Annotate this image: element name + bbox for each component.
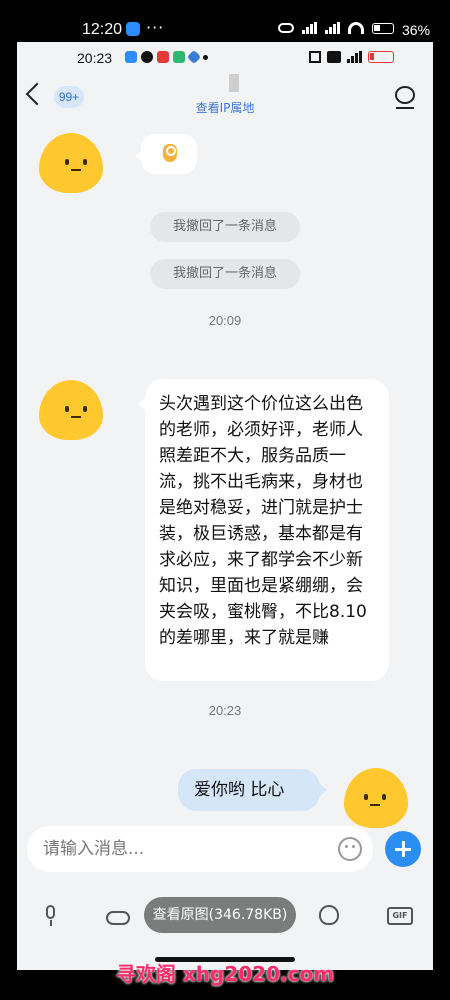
inner-status-icons xyxy=(309,51,394,63)
signal-icon xyxy=(302,22,317,34)
message-input[interactable] xyxy=(43,826,323,872)
mic-icon[interactable] xyxy=(39,905,63,927)
app-icon xyxy=(125,51,137,63)
message-timestamp: 20:09 xyxy=(208,313,242,328)
chat-header: 99+ 查看IP属地 xyxy=(17,72,433,122)
more-notifications-icon: ··· xyxy=(146,18,165,37)
view-original-image-button[interactable]: 查看原图(346.78KB) xyxy=(144,897,296,933)
outer-status-icons xyxy=(278,22,394,34)
message-timestamp: 20:23 xyxy=(208,703,242,718)
app-icon xyxy=(186,49,202,65)
inner-status-time: 20:23 xyxy=(77,50,113,66)
chat-screenshot: 20:23 99+ 查看IP属地 我撤回了一条消息 我撤回了一条消息 20:09… xyxy=(17,42,433,970)
emoji-icon[interactable] xyxy=(338,837,362,861)
signal-icon xyxy=(347,51,362,63)
inner-status-bar: 20:23 xyxy=(17,42,433,72)
contact-avatar[interactable] xyxy=(39,380,103,440)
message-bubble-incoming[interactable]: 头次遇到这个价位这么出色的老师，必须好评，老师人照差距不大，服务品质一流，挑不出… xyxy=(138,379,389,681)
contact-avatar[interactable] xyxy=(39,133,103,193)
cloud-icon[interactable] xyxy=(106,905,130,927)
wifi-icon xyxy=(348,22,364,34)
outer-status-bar: 12:20 ··· 36% xyxy=(0,0,450,42)
message-bubble-ok-emoji[interactable] xyxy=(135,134,197,174)
hd-icon xyxy=(327,51,341,63)
recalled-notice: 我撤回了一条消息 xyxy=(150,212,300,242)
app-icon xyxy=(173,51,185,63)
ok-hand-emoji-icon xyxy=(163,144,177,162)
sticker-icon[interactable] xyxy=(317,905,341,927)
outer-status-time: 12:20 xyxy=(82,21,123,38)
battery-low-icon xyxy=(368,51,394,63)
battery-icon xyxy=(372,22,394,34)
my-avatar[interactable] xyxy=(344,768,408,828)
inner-app-icons xyxy=(125,49,208,65)
watermark: 寻欢阁 xhg2020.com xyxy=(115,962,335,986)
contact-name-redacted xyxy=(229,74,239,92)
dot-icon xyxy=(203,54,208,60)
battery-percent: 36% xyxy=(402,22,431,38)
plus-icon[interactable] xyxy=(385,831,421,867)
signal-2-icon xyxy=(325,22,340,34)
app-icon xyxy=(157,51,169,63)
wechat-icon xyxy=(141,51,153,63)
message-bubble-outgoing[interactable]: 爱你哟 比心 xyxy=(178,769,327,811)
profile-icon[interactable] xyxy=(394,86,416,110)
message-input-container xyxy=(27,826,373,872)
gif-icon[interactable]: GIF xyxy=(387,905,413,927)
nfc-icon xyxy=(309,51,321,63)
link-icon xyxy=(278,23,294,33)
view-ip-location-link[interactable]: 查看IP属地 xyxy=(17,99,433,116)
app-notification-icon xyxy=(126,22,140,36)
recalled-notice: 我撤回了一条消息 xyxy=(150,259,300,289)
